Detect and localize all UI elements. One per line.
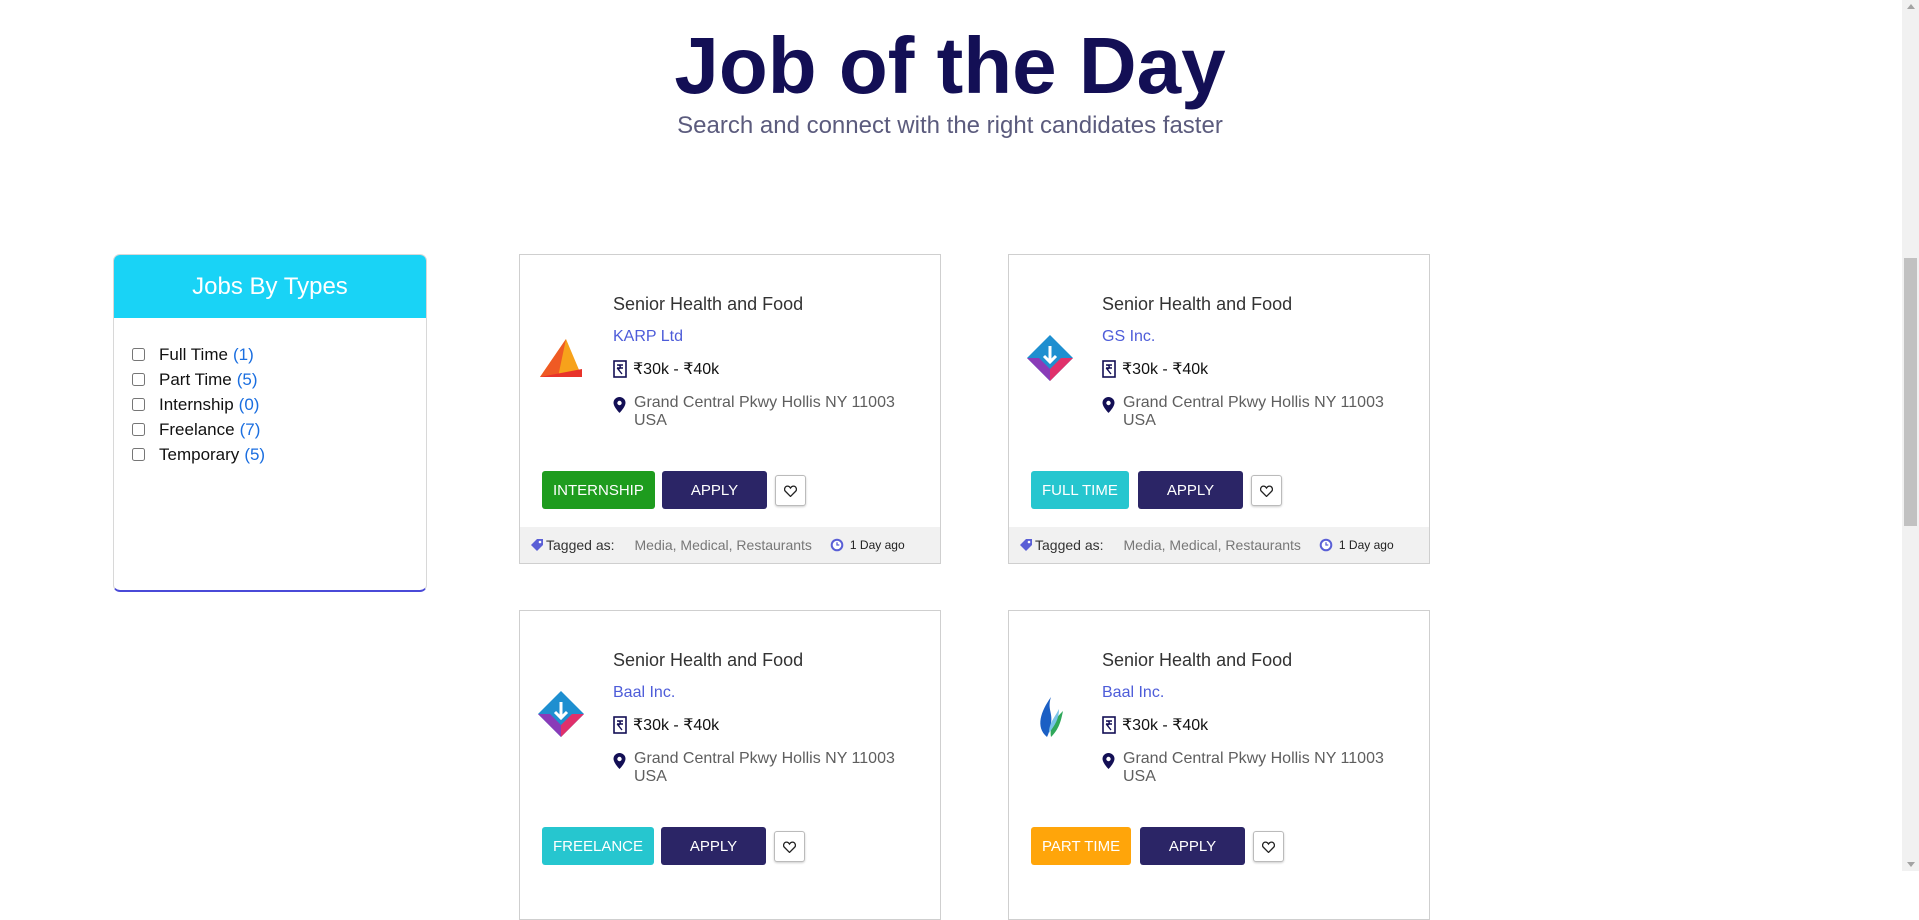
tags-list[interactable]: Media, Medical, Restaurants [635,537,812,553]
filter-label: Part Time [159,369,232,389]
vertical-scrollbar[interactable] [1902,0,1919,871]
job-title[interactable]: Senior Health and Food [1102,650,1292,671]
heart-icon [1260,484,1273,497]
tag-icon [1020,539,1032,551]
scroll-down-arrow-icon[interactable] [1907,862,1915,867]
company-link[interactable]: KARP Ltd [613,328,683,346]
salary: ₹30k - ₹40k [613,359,719,379]
part-time-checkbox[interactable] [132,373,145,386]
location: Grand Central Pkwy Hollis NY 11003 USA [1102,394,1393,430]
apply-button[interactable]: APPLY [1138,471,1243,509]
location: Grand Central Pkwy Hollis NY 11003 USA [1102,750,1393,786]
job-card[interactable]: Senior Health and Food Baal Inc. ₹30k - … [1008,610,1430,920]
orange-fold-logo-icon [540,339,582,377]
apply-button[interactable]: APPLY [1140,827,1245,865]
location: Grand Central Pkwy Hollis NY 11003 USA [613,394,904,430]
salary-receipt-icon [613,360,627,378]
clock-icon [1319,538,1333,552]
favorite-button[interactable] [775,475,806,506]
salary-receipt-icon [613,716,627,734]
location-pin-icon [613,753,626,769]
scroll-up-arrow-icon[interactable] [1907,4,1915,9]
posted-time: 1 Day ago [849,538,905,552]
filter-item-internship[interactable]: Internship (0) [132,392,426,417]
filter-label: Full Time [159,344,228,364]
location: Grand Central Pkwy Hollis NY 11003 USA [613,750,904,786]
scrollbar-thumb[interactable] [1904,258,1917,526]
internship-checkbox[interactable] [132,398,145,411]
clock-icon [830,538,844,552]
job-type-badge: PART TIME [1031,827,1132,865]
filter-heading: Jobs By Types [114,255,426,318]
filter-count: (7) [239,419,261,439]
location-text: Grand Central Pkwy Hollis NY 11003 USA [634,750,895,785]
job-title[interactable]: Senior Health and Food [1102,294,1292,315]
location-pin-icon [613,397,626,413]
location-text: Grand Central Pkwy Hollis NY 11003 USA [1123,750,1384,785]
freelance-checkbox[interactable] [132,423,145,436]
page-title: Job of the Day [674,21,1226,110]
page-subtitle: Search and connect with the right candid… [677,112,1223,139]
filter-label: Freelance [159,419,235,439]
location-text: Grand Central Pkwy Hollis NY 11003 USA [1123,394,1384,429]
filter-count: (5) [244,444,266,464]
card-footer: Tagged as: Media, Medical, Restaurants 1… [520,527,940,563]
job-card[interactable]: Senior Health and Food GS Inc. ₹30k - ₹4… [1008,254,1430,564]
favorite-button[interactable] [774,831,805,862]
filter-item-temporary[interactable]: Temporary (5) [132,442,426,467]
location-text: Grand Central Pkwy Hollis NY 11003 USA [634,394,895,429]
job-type-badge: FULL TIME [1031,471,1129,509]
apply-button[interactable]: APPLY [661,827,766,865]
job-title[interactable]: Senior Health and Food [613,294,803,315]
location-pin-icon [1102,397,1115,413]
heart-icon [784,484,797,497]
flame-logo-icon [1040,697,1063,737]
jobs-by-type-panel: Jobs By Types Full Time (1) Part Time (5… [113,254,427,592]
tagged-as-label: Tagged as: [546,537,615,553]
heart-icon [783,840,796,853]
salary-receipt-icon [1102,360,1116,378]
salary: ₹30k - ₹40k [1102,359,1208,379]
company-link[interactable]: GS Inc. [1102,328,1155,346]
job-card[interactable]: Senior Health and Food Baal Inc. ₹30k - … [519,610,941,920]
salary-text: ₹30k - ₹40k [1122,361,1209,378]
filter-label: Internship [159,394,234,414]
diamond-logo-icon [538,691,584,737]
company-link[interactable]: Baal Inc. [613,684,675,702]
company-link[interactable]: Baal Inc. [1102,684,1164,702]
diamond-logo-icon [1027,335,1073,381]
job-card[interactable]: Senior Health and Food KARP Ltd ₹30k - ₹… [519,254,941,564]
filter-list: Full Time (1) Part Time (5) Internship (… [114,318,426,467]
salary-receipt-icon [1102,716,1116,734]
full-time-checkbox[interactable] [132,348,145,361]
salary-text: ₹30k - ₹40k [633,717,720,734]
job-title[interactable]: Senior Health and Food [613,650,803,671]
filter-item-freelance[interactable]: Freelance (7) [132,417,426,442]
card-footer: Tagged as: Media, Medical, Restaurants 1… [1009,527,1429,563]
temporary-checkbox[interactable] [132,448,145,461]
apply-button[interactable]: APPLY [662,471,767,509]
favorite-button[interactable] [1251,475,1282,506]
filter-count: (5) [236,369,258,389]
filter-count: (1) [232,344,254,364]
salary: ₹30k - ₹40k [1102,715,1208,735]
filter-count: (0) [238,394,260,414]
filter-item-full-time[interactable]: Full Time (1) [132,342,426,367]
heart-icon [1262,840,1275,853]
salary-text: ₹30k - ₹40k [633,361,720,378]
filter-label: Temporary [159,444,240,464]
job-type-badge: INTERNSHIP [542,471,655,509]
tag-icon [531,539,543,551]
tagged-as-label: Tagged as: [1035,537,1104,553]
location-pin-icon [1102,753,1115,769]
job-type-badge: FREELANCE [542,827,655,865]
posted-time: 1 Day ago [1338,538,1394,552]
filter-item-part-time[interactable]: Part Time (5) [132,367,426,392]
favorite-button[interactable] [1253,831,1284,862]
salary: ₹30k - ₹40k [613,715,719,735]
tags-list[interactable]: Media, Medical, Restaurants [1124,537,1301,553]
salary-text: ₹30k - ₹40k [1122,717,1209,734]
